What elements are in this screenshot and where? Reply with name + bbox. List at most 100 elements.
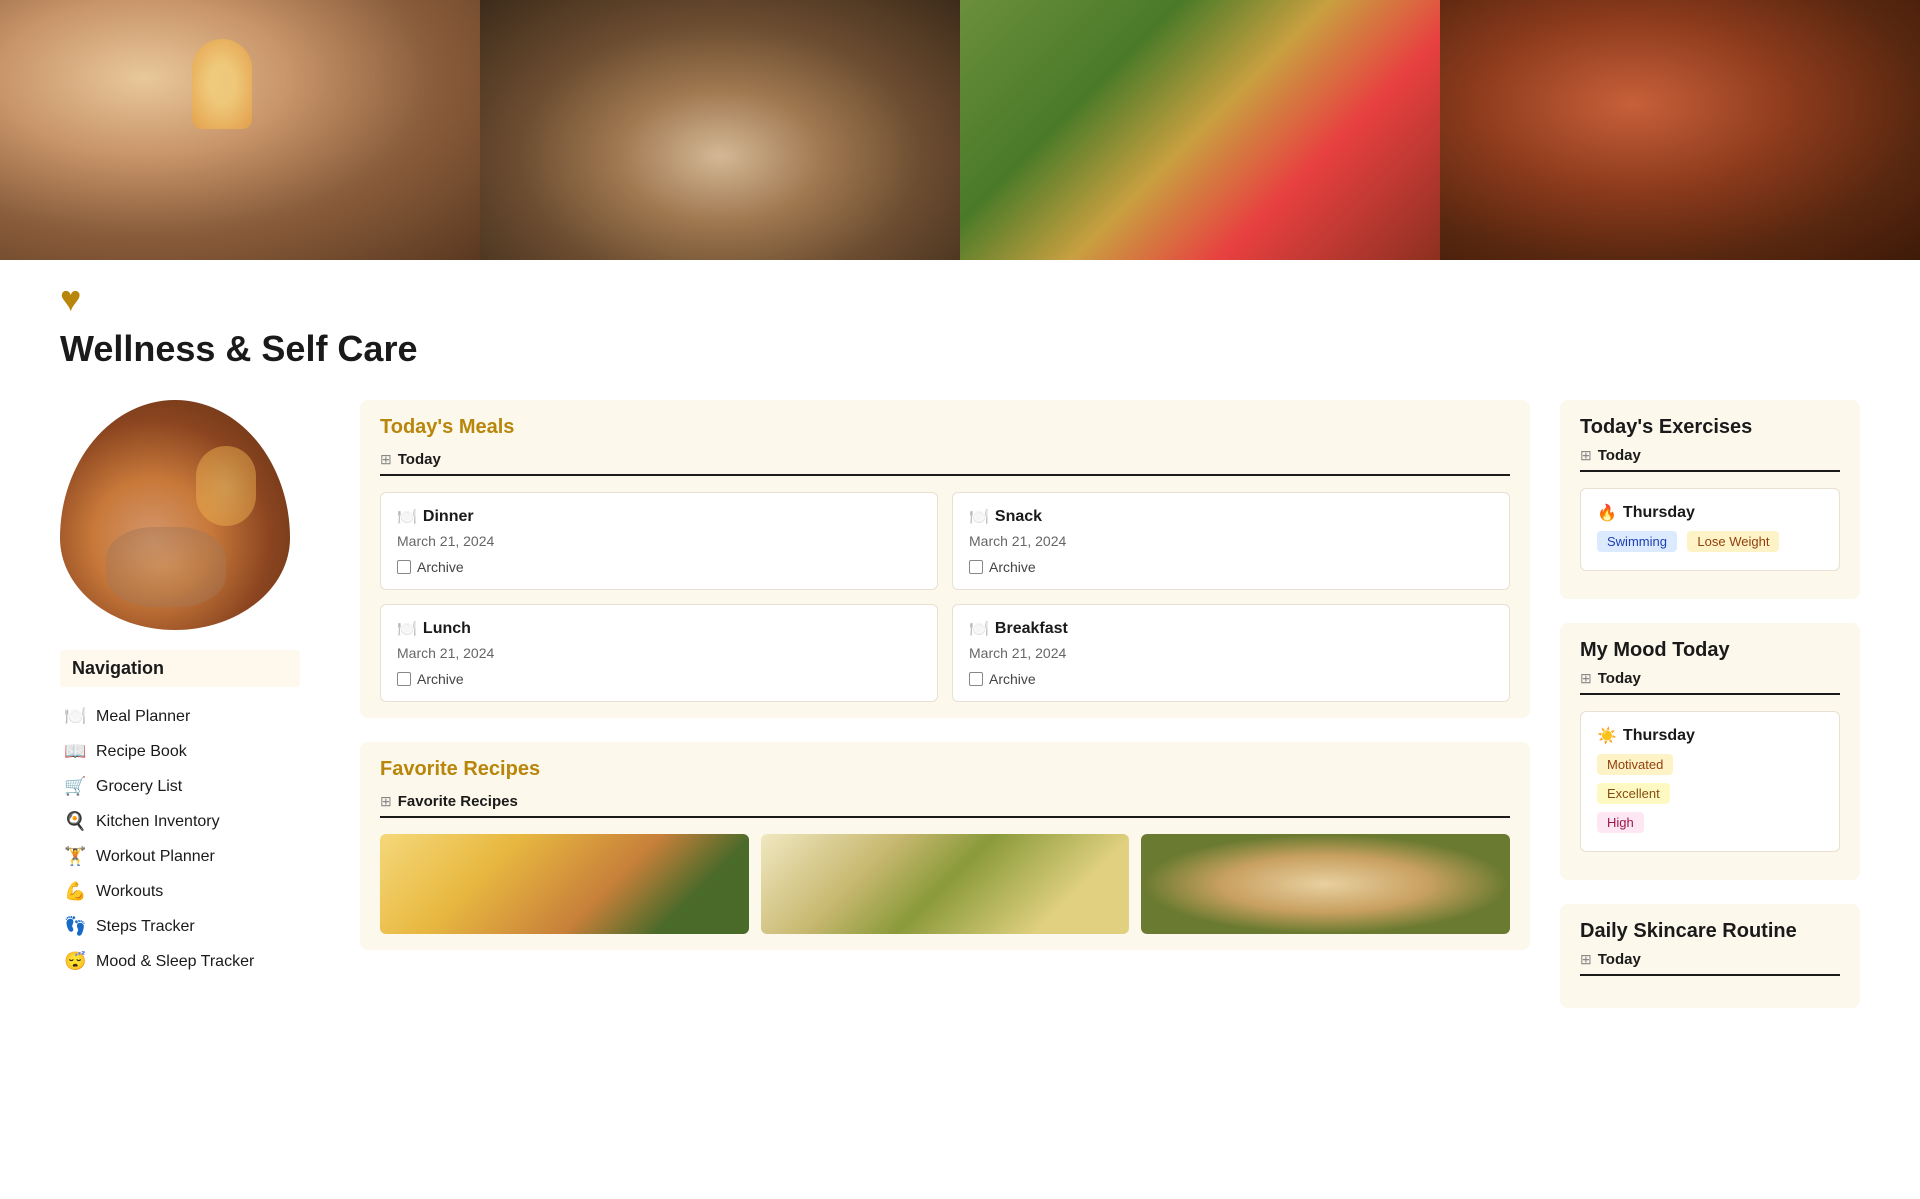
recipe-thumb-quiche[interactable] <box>1141 834 1510 934</box>
exercise-tags: Swimming Lose Weight <box>1597 531 1823 556</box>
exercises-tab-icon: ⊞ <box>1580 447 1592 464</box>
lunch-date: March 21, 2024 <box>397 645 921 661</box>
lunch-label: Lunch <box>423 620 471 638</box>
mood-tab-row: ⊞ Today <box>1580 670 1840 695</box>
recipe-book-icon: 📖 <box>64 741 86 762</box>
exercise-day-label: Thursday <box>1623 504 1695 522</box>
recipes-section: Favorite Recipes ⊞ Favorite Recipes <box>360 742 1530 950</box>
snack-archive-label: Archive <box>989 559 1036 575</box>
exercises-section: Today's Exercises ⊞ Today 🔥 Thursday Swi… <box>1560 400 1860 599</box>
tag-excellent: Excellent <box>1597 783 1670 804</box>
sun-icon: ☀️ <box>1597 726 1617 746</box>
heart-icon: ♥ <box>60 278 1920 320</box>
breakfast-date: March 21, 2024 <box>969 645 1493 661</box>
mood-day-label: Thursday <box>1623 727 1695 745</box>
exercise-card-thursday[interactable]: 🔥 Thursday Swimming Lose Weight <box>1580 488 1840 571</box>
snack-icon: 🍽️ <box>969 507 989 527</box>
main-layout: Navigation 🍽️ Meal Planner 📖 Recipe Book… <box>0 400 1920 1032</box>
workouts-icon: 💪 <box>64 881 86 902</box>
dinner-label: Dinner <box>423 508 474 526</box>
mood-section-title: My Mood Today <box>1580 639 1840 662</box>
meals-section-title: Today's Meals <box>380 416 1510 439</box>
breakfast-archive-checkbox[interactable] <box>969 672 983 686</box>
nav-item-mood-sleep[interactable]: 😴 Mood & Sleep Tracker <box>60 944 300 979</box>
meal-card-breakfast[interactable]: 🍽️ Breakfast March 21, 2024 Archive <box>952 604 1510 702</box>
navigation-label: Navigation <box>60 650 300 687</box>
snack-date: March 21, 2024 <box>969 533 1493 549</box>
exercises-tab-row: ⊞ Today <box>1580 447 1840 472</box>
recipes-section-title: Favorite Recipes <box>380 758 1510 781</box>
tag-motivated: Motivated <box>1597 754 1673 775</box>
meals-tab-row: ⊞ Today <box>380 451 1510 476</box>
nav-item-meal-planner[interactable]: 🍽️ Meal Planner <box>60 699 300 734</box>
sidebar: Navigation 🍽️ Meal Planner 📖 Recipe Book… <box>60 400 330 1032</box>
right-panel: Today's Exercises ⊞ Today 🔥 Thursday Swi… <box>1560 400 1860 1032</box>
mood-sleep-label: Mood & Sleep Tracker <box>96 953 254 971</box>
skincare-tab-icon: ⊞ <box>1580 951 1592 968</box>
breakfast-icon: 🍽️ <box>969 619 989 639</box>
mood-day: ☀️ Thursday <box>1597 726 1823 746</box>
mood-tab-icon: ⊞ <box>1580 670 1592 687</box>
breakfast-label: Breakfast <box>995 620 1068 638</box>
meal-dinner-title: 🍽️ Dinner <box>397 507 921 527</box>
tag-high: High <box>1597 812 1644 833</box>
snack-archive-checkbox[interactable] <box>969 560 983 574</box>
header-img-food <box>960 0 1440 260</box>
mood-tags: Motivated Excellent High <box>1597 754 1823 837</box>
lunch-archive-label: Archive <box>417 671 464 687</box>
profile-avatar <box>60 400 290 630</box>
nav-item-grocery-list[interactable]: 🛒 Grocery List <box>60 769 300 804</box>
meals-section: Today's Meals ⊞ Today 🍽️ Dinner March 21… <box>360 400 1530 718</box>
dinner-archive-label: Archive <box>417 559 464 575</box>
kitchen-inventory-label: Kitchen Inventory <box>96 813 220 831</box>
meals-tab-label[interactable]: Today <box>398 451 441 468</box>
recipes-tab-label[interactable]: Favorite Recipes <box>398 793 518 810</box>
workout-planner-icon: 🏋️ <box>64 846 86 867</box>
steps-tracker-label: Steps Tracker <box>96 918 195 936</box>
snack-archive-row: Archive <box>969 559 1493 575</box>
meal-lunch-title: 🍽️ Lunch <box>397 619 921 639</box>
header-img-tea <box>480 0 960 260</box>
recipe-thumb-bowl[interactable] <box>380 834 749 934</box>
exercises-tab-label[interactable]: Today <box>1598 447 1641 464</box>
recipe-thumb-rice[interactable] <box>761 834 1130 934</box>
lunch-archive-row: Archive <box>397 671 921 687</box>
recipe-grid <box>380 834 1510 934</box>
steps-tracker-icon: 👣 <box>64 916 86 937</box>
meal-card-snack[interactable]: 🍽️ Snack March 21, 2024 Archive <box>952 492 1510 590</box>
dinner-archive-checkbox[interactable] <box>397 560 411 574</box>
nav-item-recipe-book[interactable]: 📖 Recipe Book <box>60 734 300 769</box>
workouts-label: Workouts <box>96 883 163 901</box>
exercise-day: 🔥 Thursday <box>1597 503 1823 523</box>
breakfast-archive-label: Archive <box>989 671 1036 687</box>
mood-card-thursday[interactable]: ☀️ Thursday Motivated Excellent High <box>1580 711 1840 852</box>
lunch-icon: 🍽️ <box>397 619 417 639</box>
center-content: Today's Meals ⊞ Today 🍽️ Dinner March 21… <box>330 400 1560 1032</box>
nav-item-workout-planner[interactable]: 🏋️ Workout Planner <box>60 839 300 874</box>
nav-item-kitchen-inventory[interactable]: 🍳 Kitchen Inventory <box>60 804 300 839</box>
breakfast-archive-row: Archive <box>969 671 1493 687</box>
mood-tab-label[interactable]: Today <box>1598 670 1641 687</box>
recipe-book-label: Recipe Book <box>96 743 187 761</box>
nav-item-workouts[interactable]: 💪 Workouts <box>60 874 300 909</box>
meal-card-lunch[interactable]: 🍽️ Lunch March 21, 2024 Archive <box>380 604 938 702</box>
grocery-list-label: Grocery List <box>96 778 182 796</box>
dinner-icon: 🍽️ <box>397 507 417 527</box>
header-img-cozy <box>0 0 480 260</box>
recipes-tab-icon: ⊞ <box>380 793 392 810</box>
tag-lose-weight: Lose Weight <box>1687 531 1779 552</box>
meal-card-dinner[interactable]: 🍽️ Dinner March 21, 2024 Archive <box>380 492 938 590</box>
skincare-section: Daily Skincare Routine ⊞ Today <box>1560 904 1860 1008</box>
dinner-archive-row: Archive <box>397 559 921 575</box>
header-image-strip <box>0 0 1920 260</box>
mood-section: My Mood Today ⊞ Today ☀️ Thursday Motiva… <box>1560 623 1860 880</box>
meals-tab-icon: ⊞ <box>380 451 392 468</box>
meal-planner-label: Meal Planner <box>96 708 190 726</box>
skincare-tab-row: ⊞ Today <box>1580 951 1840 976</box>
skincare-section-title: Daily Skincare Routine <box>1580 920 1840 943</box>
skincare-tab-label[interactable]: Today <box>1598 951 1641 968</box>
recipes-tab-row: ⊞ Favorite Recipes <box>380 793 1510 818</box>
nav-item-steps-tracker[interactable]: 👣 Steps Tracker <box>60 909 300 944</box>
lunch-archive-checkbox[interactable] <box>397 672 411 686</box>
snack-label: Snack <box>995 508 1042 526</box>
